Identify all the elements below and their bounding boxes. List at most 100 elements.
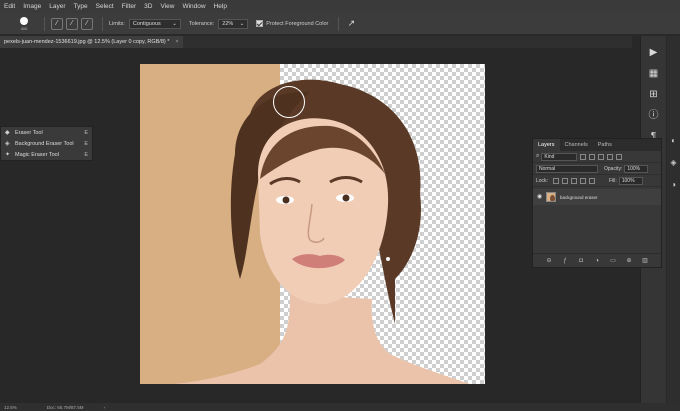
eye-icon[interactable]: ◉ bbox=[537, 194, 543, 200]
flyout-item-label: Magic Eraser Tool bbox=[15, 152, 59, 158]
menu-edit[interactable]: Edit bbox=[0, 3, 19, 10]
sampling-swatch-icon[interactable]: ⁄ bbox=[81, 17, 93, 30]
filter-adjustment-icon[interactable] bbox=[589, 153, 596, 160]
color-icon[interactable]: ◐ bbox=[669, 136, 679, 146]
layers-panel-footer: ⊖ ƒ ◘ ◑ ▭ ⊕ ▥ bbox=[533, 253, 661, 267]
layers-icon[interactable]: ◈ bbox=[669, 158, 679, 168]
new-layer-icon[interactable]: ⊕ bbox=[625, 257, 633, 265]
opacity-value: 100% bbox=[627, 165, 641, 172]
protect-foreground-checkbox[interactable] bbox=[256, 20, 264, 27]
tolerance-field[interactable]: 22% ⌄ bbox=[218, 18, 249, 29]
menu-3d[interactable]: 3D bbox=[140, 3, 156, 10]
tab-layers[interactable]: Layers bbox=[533, 139, 560, 151]
document-canvas[interactable] bbox=[140, 64, 485, 384]
menu-help[interactable]: Help bbox=[210, 3, 231, 10]
blend-mode-dropdown[interactable]: Normal bbox=[536, 164, 598, 173]
lock-label: Lock: bbox=[536, 177, 548, 184]
menu-select[interactable]: Select bbox=[92, 3, 118, 10]
fill-field[interactable]: 100% bbox=[618, 176, 643, 185]
layer-thumbnail bbox=[546, 192, 556, 202]
adjustments-icon[interactable]: ◑ bbox=[669, 180, 679, 190]
chevron-right-icon[interactable]: › bbox=[104, 405, 106, 410]
tolerance-label: Tolerance: bbox=[188, 20, 215, 27]
limits-dropdown[interactable]: Contiguous ⌄ bbox=[128, 18, 181, 29]
background-eraser-icon: ◈ bbox=[5, 140, 10, 147]
lock-row: Lock: Fill: 100% bbox=[533, 175, 661, 187]
document-info: Doc: 65.7M/87.5M bbox=[46, 404, 84, 410]
document-tab-bar: pexels-juan-mendez-1536619.jpg @ 12.5% (… bbox=[0, 36, 632, 48]
fill-value: 100% bbox=[621, 177, 635, 184]
protect-foreground-label: Protect Foreground Color bbox=[266, 20, 329, 27]
adjustment-layer-icon[interactable]: ◑ bbox=[593, 257, 601, 265]
eraser-tool-flyout: ◆ Eraser Tool E ◈ Background Eraser Tool… bbox=[0, 126, 93, 161]
flyout-item-label: Background Eraser Tool bbox=[15, 141, 74, 147]
sampling-continuous-icon[interactable]: ⁄ bbox=[51, 17, 63, 30]
menu-window[interactable]: Window bbox=[178, 3, 209, 10]
limits-value: Contiguous bbox=[132, 20, 161, 27]
chevron-down-icon: ⌄ bbox=[172, 20, 177, 27]
shortcut-key: E bbox=[84, 141, 88, 147]
new-group-icon[interactable]: ▭ bbox=[609, 257, 617, 265]
filter-pixel-icon[interactable] bbox=[580, 153, 587, 160]
menu-view[interactable]: View bbox=[156, 3, 178, 10]
layer-row[interactable]: ◉ background eraser bbox=[533, 189, 661, 205]
layer-name[interactable]: background eraser bbox=[560, 195, 598, 200]
menu-layer[interactable]: Layer bbox=[45, 3, 69, 10]
pressure-size-icon[interactable]: ↗ bbox=[345, 18, 357, 30]
tolerance-value: 22% bbox=[222, 20, 234, 27]
options-bar: 400 ⁄ ⁄ ⁄ Limits: Contiguous ⌄ Tolerance… bbox=[0, 13, 680, 35]
limits-label: Limits: bbox=[109, 20, 125, 27]
grid-icon[interactable]: ▦ bbox=[647, 67, 661, 81]
filter-type-icon[interactable] bbox=[598, 153, 605, 160]
portrait-photo bbox=[170, 79, 470, 384]
chevron-down-icon: ⌄ bbox=[239, 20, 245, 27]
history-icon[interactable]: ⊞ bbox=[647, 88, 661, 102]
info-icon[interactable]: ⓘ bbox=[647, 109, 661, 123]
lock-transparent-icon[interactable] bbox=[552, 177, 559, 184]
filter-row: ⌕ Kind bbox=[533, 151, 661, 163]
divider bbox=[44, 16, 45, 31]
link-layers-icon[interactable]: ⊖ bbox=[545, 257, 553, 265]
shortcut-key: E bbox=[84, 152, 88, 158]
menu-type[interactable]: Type bbox=[70, 3, 92, 10]
menu-image[interactable]: Image bbox=[19, 3, 45, 10]
trash-icon[interactable]: ▥ bbox=[641, 257, 649, 265]
close-icon[interactable]: × bbox=[175, 39, 178, 45]
lock-artboard-icon[interactable] bbox=[579, 177, 586, 184]
blend-row: Normal Opacity: 100% bbox=[533, 163, 661, 175]
filter-shape-icon[interactable] bbox=[607, 153, 614, 160]
fill-label: Fill: bbox=[608, 177, 617, 184]
blend-mode-value: Normal bbox=[539, 165, 556, 172]
shortcut-key: E bbox=[84, 130, 88, 136]
brush-size-picker[interactable]: 400 bbox=[10, 15, 38, 33]
opacity-field[interactable]: 100% bbox=[624, 164, 649, 173]
add-mask-icon[interactable]: ◘ bbox=[577, 257, 585, 265]
kind-filter-value: Kind bbox=[544, 153, 555, 160]
magic-eraser-icon: ✦ bbox=[5, 151, 11, 158]
layers-panel-tabs: Layers Channels Paths bbox=[533, 139, 661, 151]
flyout-item-magic-eraser[interactable]: ✦ Magic Eraser Tool E bbox=[1, 150, 92, 160]
fx-icon[interactable]: ƒ bbox=[561, 257, 569, 265]
lock-position-icon[interactable] bbox=[570, 177, 577, 184]
play-icon[interactable]: ▶ bbox=[647, 46, 661, 60]
side-dock: ◐ ◈ ◑ bbox=[667, 36, 680, 406]
zoom-level[interactable]: 12.5% bbox=[4, 405, 17, 410]
lock-image-icon[interactable] bbox=[561, 177, 568, 184]
divider bbox=[102, 16, 103, 31]
flyout-item-background-eraser[interactable]: ◈ Background Eraser Tool E bbox=[1, 139, 92, 149]
brush-size-value: 400 bbox=[20, 25, 28, 31]
lock-all-icon[interactable] bbox=[588, 177, 595, 184]
brush-cursor-icon bbox=[273, 86, 305, 118]
flyout-item-eraser[interactable]: ◆ Eraser Tool E bbox=[1, 128, 92, 138]
tab-channels[interactable]: Channels bbox=[560, 139, 593, 151]
eraser-icon: ◆ bbox=[5, 129, 10, 136]
menu-filter[interactable]: Filter bbox=[118, 3, 140, 10]
sampling-once-icon[interactable]: ⁄ bbox=[66, 17, 78, 30]
tab-paths[interactable]: Paths bbox=[593, 139, 617, 151]
document-tab[interactable]: pexels-juan-mendez-1536619.jpg @ 12.5% (… bbox=[0, 36, 183, 48]
filter-smart-object-icon[interactable] bbox=[616, 153, 623, 160]
menu-bar: Edit Image Layer Type Select Filter 3D V… bbox=[0, 0, 680, 13]
kind-filter-dropdown[interactable]: Kind bbox=[541, 152, 578, 161]
layers-panel: Layers Channels Paths ⌕ Kind Normal Opac… bbox=[532, 138, 662, 268]
opacity-label: Opacity: bbox=[604, 165, 623, 172]
